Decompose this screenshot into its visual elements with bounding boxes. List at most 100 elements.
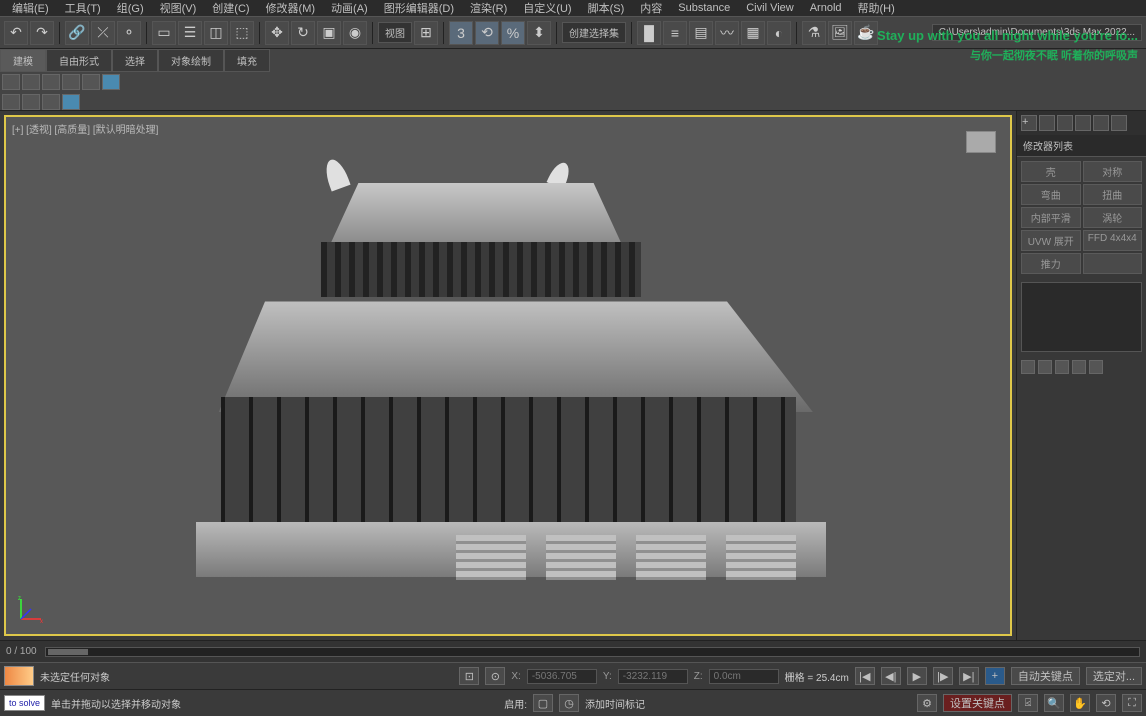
goto-end-button[interactable]: ▶| <box>959 667 979 685</box>
menu-edit[interactable]: 编辑(E) <box>4 0 57 16</box>
shelf-tab-freeform[interactable]: 自由形式 <box>46 49 112 72</box>
move-button[interactable]: ✥ <box>265 21 289 45</box>
menu-content[interactable]: 内容 <box>632 0 670 16</box>
select-name-button[interactable]: ☰ <box>178 21 202 45</box>
curve-editor-button[interactable]: 〰 <box>715 21 739 45</box>
render-setup-button[interactable]: ⚗ <box>802 21 826 45</box>
material-swatch[interactable] <box>4 666 34 686</box>
nav-orbit-icon[interactable]: ⟲ <box>1096 694 1116 712</box>
remove-modifier-icon[interactable] <box>1072 360 1086 374</box>
shelf-tab-selection[interactable]: 选择 <box>112 49 158 72</box>
shelf-btn-6[interactable] <box>102 74 120 90</box>
rotate-button[interactable]: ↻ <box>291 21 315 45</box>
viewport-label[interactable]: [+] [透视] [高质量] [默认明暗处理] <box>12 121 158 136</box>
schematic-button[interactable]: ▦ <box>741 21 765 45</box>
mod-shell[interactable]: 壳 <box>1021 161 1081 182</box>
material-button[interactable]: ◐ <box>767 21 791 45</box>
mod-empty[interactable] <box>1083 253 1143 274</box>
menu-script[interactable]: 脚本(S) <box>580 0 633 16</box>
spinner-snap-button[interactable]: ⬍ <box>527 21 551 45</box>
menu-animation[interactable]: 动画(A) <box>323 0 376 16</box>
modifier-list-header[interactable]: 修改器列表 <box>1017 135 1146 157</box>
key-mode-button[interactable]: + <box>985 667 1005 685</box>
link-button[interactable]: 🔗 <box>65 21 89 45</box>
shelf-btn-7[interactable] <box>2 94 20 110</box>
modifier-stack[interactable] <box>1021 282 1142 352</box>
unlink-button[interactable]: ⤫ <box>91 21 115 45</box>
menu-tools[interactable]: 工具(T) <box>57 0 109 16</box>
auto-key-button[interactable]: 自动关键点 <box>1011 667 1080 685</box>
hierarchy-tab-icon[interactable] <box>1057 115 1073 131</box>
shelf-tab-objectpaint[interactable]: 对象绘制 <box>158 49 224 72</box>
coord-system-dropdown[interactable]: 视图 <box>378 22 412 43</box>
motion-tab-icon[interactable] <box>1075 115 1091 131</box>
modify-tab-icon[interactable] <box>1039 115 1055 131</box>
select-button[interactable]: ▭ <box>152 21 176 45</box>
select-region-button[interactable]: ◫ <box>204 21 228 45</box>
render-button[interactable]: ☕ <box>854 21 878 45</box>
key-filters-button[interactable]: ⍃ <box>1018 694 1038 712</box>
enable-toggle[interactable]: ▢ <box>533 694 553 712</box>
utilities-tab-icon[interactable] <box>1111 115 1127 131</box>
set-key-button[interactable]: 设置关键点 <box>943 694 1012 712</box>
bind-button[interactable]: ⚬ <box>117 21 141 45</box>
menu-substance[interactable]: Substance <box>670 2 738 14</box>
menu-help[interactable]: 帮助(H) <box>850 0 903 16</box>
shelf-btn-5[interactable] <box>82 74 100 90</box>
shelf-btn-2[interactable] <box>22 74 40 90</box>
menu-view[interactable]: 视图(V) <box>152 0 205 16</box>
placement-button[interactable]: ◉ <box>343 21 367 45</box>
use-pivot-button[interactable]: ⊞ <box>414 21 438 45</box>
angle-snap-button[interactable]: ⟲ <box>475 21 499 45</box>
mod-uvw[interactable]: UVW 展开 <box>1021 230 1081 251</box>
time-slider[interactable] <box>45 647 1140 657</box>
coord-x-input[interactable]: -5036.705 <box>527 669 597 684</box>
selection-filter[interactable]: 选定对... <box>1086 667 1142 685</box>
create-tab-icon[interactable]: + <box>1021 115 1037 131</box>
redo-button[interactable]: ↷ <box>30 21 54 45</box>
shelf-btn-1[interactable] <box>2 74 20 90</box>
next-frame-button[interactable]: |▶ <box>933 667 953 685</box>
pin-stack-icon[interactable] <box>1021 360 1035 374</box>
mod-push[interactable]: 推力 <box>1021 253 1081 274</box>
time-config-button[interactable]: ⚙ <box>917 694 937 712</box>
viewport-perspective[interactable]: [+] [透视] [高质量] [默认明暗处理] z x <box>4 115 1012 636</box>
viewcube[interactable] <box>966 131 996 153</box>
coord-z-input[interactable]: 0.0cm <box>709 669 779 684</box>
selection-set-dropdown[interactable]: 创建选择集 <box>562 22 626 43</box>
menu-arnold[interactable]: Arnold <box>802 2 850 14</box>
goto-start-button[interactable]: |◀ <box>855 667 875 685</box>
isolate-icon[interactable]: ⊡ <box>459 667 479 685</box>
layer-button[interactable]: ▤ <box>689 21 713 45</box>
shelf-tab-modeling[interactable]: 建模 <box>0 49 46 72</box>
display-tab-icon[interactable] <box>1093 115 1109 131</box>
lock-icon[interactable]: ⊙ <box>485 667 505 685</box>
percent-snap-button[interactable]: % <box>501 21 525 45</box>
menu-render[interactable]: 渲染(R) <box>462 0 515 16</box>
mod-bend[interactable]: 弯曲 <box>1021 184 1081 205</box>
menu-create[interactable]: 创建(C) <box>204 0 257 16</box>
shelf-tab-populate[interactable]: 填充 <box>224 49 270 72</box>
shelf-btn-8[interactable] <box>22 94 40 110</box>
maxscript-listener[interactable]: to solve <box>4 695 45 711</box>
align-button[interactable]: ≡ <box>663 21 687 45</box>
scale-button[interactable]: ▣ <box>317 21 341 45</box>
shelf-btn-3[interactable] <box>42 74 60 90</box>
play-button[interactable]: ▶ <box>907 667 927 685</box>
prev-frame-button[interactable]: ◀| <box>881 667 901 685</box>
shelf-btn-10[interactable] <box>62 94 80 110</box>
undo-button[interactable]: ↶ <box>4 21 28 45</box>
render-frame-button[interactable]: 🖼 <box>828 21 852 45</box>
nav-max-icon[interactable]: ⛶ <box>1122 694 1142 712</box>
mod-symmetry[interactable]: 对称 <box>1083 161 1143 182</box>
mirror-button[interactable]: ▐▌ <box>637 21 661 45</box>
nav-pan-icon[interactable]: ✋ <box>1070 694 1090 712</box>
time-tag-icon[interactable]: ◷ <box>559 694 579 712</box>
menu-modifier[interactable]: 修改器(M) <box>258 0 324 16</box>
show-end-result-icon[interactable] <box>1038 360 1052 374</box>
menu-group[interactable]: 组(G) <box>109 0 152 16</box>
snap-toggle-button[interactable]: 3 <box>449 21 473 45</box>
make-unique-icon[interactable] <box>1055 360 1069 374</box>
mod-relax[interactable]: 内部平滑 <box>1021 207 1081 228</box>
menu-civilview[interactable]: Civil View <box>738 2 801 14</box>
